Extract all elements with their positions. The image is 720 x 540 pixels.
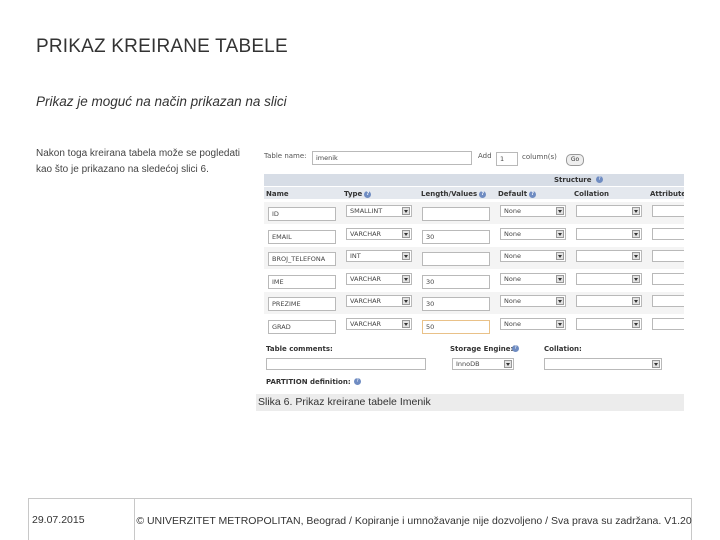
column-attribute-select[interactable] (652, 227, 684, 240)
column-collation-select[interactable] (576, 317, 642, 330)
column-name-input[interactable]: BROJ_TELEFONA (268, 252, 336, 266)
column-name-input[interactable]: PREZIME (268, 297, 336, 311)
col-name-header: Name (266, 190, 289, 198)
collation-select[interactable] (544, 358, 662, 370)
column-type-select[interactable]: VARCHAR (346, 295, 412, 307)
column-default-select[interactable]: None (500, 317, 566, 330)
column-name-input[interactable]: IME (268, 274, 336, 289)
column-length-input[interactable]: 30 (422, 297, 490, 311)
figure-caption: Slika 6. Prikaz kreirane tabele Imenik (256, 394, 684, 411)
body-text: Nakon toga kreirana tabela može se pogle… (36, 148, 241, 175)
col-type-header: Type? (344, 190, 372, 198)
footer-copyright: © UNIVERZITET METROPOLITAN, Beograd / Ko… (136, 515, 692, 527)
chevron-down-icon (632, 252, 640, 260)
column-default-select[interactable]: None (500, 227, 566, 240)
chevron-down-icon (556, 229, 564, 238)
chevron-down-icon (402, 207, 410, 215)
footer-date: 29.07.2015 (32, 514, 85, 526)
storage-engine-select[interactable]: InnoDB (452, 358, 514, 370)
column-default-select[interactable]: None (500, 295, 566, 307)
chevron-down-icon (402, 297, 410, 305)
table-name-label: Table name: (264, 152, 307, 160)
column-type-select[interactable]: INT (346, 250, 412, 262)
chevron-down-icon (632, 229, 640, 238)
chevron-down-icon (556, 274, 564, 283)
chevron-down-icon (632, 274, 640, 283)
footer-divider (134, 498, 135, 540)
chevron-down-icon (556, 252, 564, 260)
chevron-down-icon (504, 360, 512, 368)
slide-subtitle: Prikaz je moguć na način prikazan na sli… (36, 94, 287, 109)
column-default-select[interactable]: None (500, 205, 566, 217)
help-icon: ? (354, 378, 361, 385)
column-collation-select[interactable] (576, 250, 642, 262)
col-attribute-header: Attribute (650, 190, 684, 198)
column-name-input[interactable]: EMAIL (268, 229, 336, 244)
column-collation-select[interactable] (576, 205, 642, 217)
column-name-input[interactable]: GRAD (268, 319, 336, 334)
col-default-header: Default? (498, 190, 537, 198)
help-icon: ? (512, 345, 519, 352)
table-comments-input[interactable] (266, 358, 426, 370)
chevron-down-icon (556, 297, 564, 305)
chevron-down-icon (652, 360, 660, 368)
column-default-select[interactable]: None (500, 272, 566, 285)
column-length-input[interactable]: 50 (422, 319, 490, 334)
col-collation-header: Collation (574, 190, 610, 198)
collation-label: Collation: (544, 345, 582, 353)
column-collation-select[interactable] (576, 227, 642, 240)
chevron-down-icon (632, 297, 640, 305)
storage-engine-label: Storage Engine: (450, 345, 514, 353)
column-length-input[interactable]: 30 (422, 274, 490, 289)
help-icon: ? (596, 176, 603, 183)
structure-label: Structure (554, 176, 592, 184)
column-collation-select[interactable] (576, 272, 642, 285)
phpmyadmin-screenshot: Table name: imenik Add 1 column(s) Go St… (256, 146, 684, 394)
column-type-select[interactable]: VARCHAR (346, 272, 412, 285)
chevron-down-icon (632, 319, 640, 328)
column-length-input[interactable]: 30 (422, 229, 490, 244)
go-button[interactable]: Go (566, 154, 584, 166)
chevron-down-icon (402, 319, 410, 328)
partition-label: PARTITION definition: (266, 378, 351, 386)
add-label: Add (478, 152, 492, 160)
column-name-input[interactable]: ID (268, 207, 336, 221)
chevron-down-icon (402, 252, 410, 260)
column-attribute-select[interactable] (652, 272, 684, 285)
column-type-select[interactable]: VARCHAR (346, 317, 412, 330)
help-icon: ? (529, 190, 537, 198)
column-collation-select[interactable] (576, 295, 642, 307)
chevron-down-icon (632, 207, 640, 215)
column-type-select[interactable]: SMALLINT (346, 205, 412, 217)
column-attribute-select[interactable] (652, 205, 684, 217)
column-length-input[interactable] (422, 252, 490, 266)
help-icon: ? (364, 190, 372, 198)
structure-header-bar: Structure ? (264, 174, 684, 186)
column-attribute-select[interactable] (652, 317, 684, 330)
column-attribute-select[interactable] (652, 295, 684, 307)
column-length-input[interactable] (422, 207, 490, 221)
chevron-down-icon (556, 319, 564, 328)
column-type-select[interactable]: VARCHAR (346, 227, 412, 240)
table-comments-label: Table comments: (266, 345, 333, 353)
column-attribute-select[interactable] (652, 250, 684, 262)
column-default-select[interactable]: None (500, 250, 566, 262)
slide-title: PRIKAZ KREIRANE TABELE (36, 36, 288, 57)
table-name-input[interactable]: imenik (312, 151, 472, 165)
col-length-header: Length/Values? (421, 190, 487, 198)
columns-label: column(s) (522, 153, 557, 161)
add-count-input[interactable]: 1 (496, 152, 518, 166)
chevron-down-icon (556, 207, 564, 215)
chevron-down-icon (402, 274, 410, 283)
chevron-down-icon (402, 229, 410, 238)
help-icon: ? (479, 190, 487, 198)
